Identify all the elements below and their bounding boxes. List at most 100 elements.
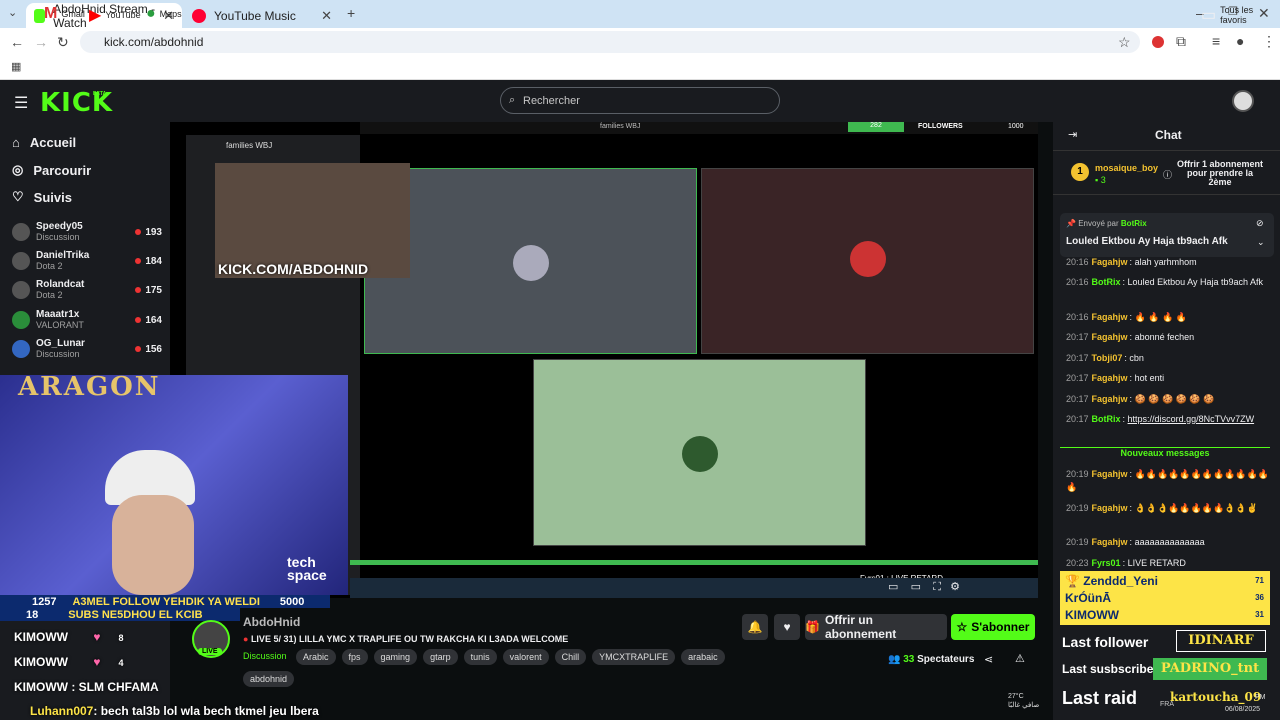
tag[interactable]: abdohnid xyxy=(243,671,295,687)
top-sub-count: 36 xyxy=(1255,593,1264,602)
channel-game: VALORANT xyxy=(36,320,84,330)
new-tab-icon[interactable]: + xyxy=(347,5,355,21)
chat-user[interactable]: Fagahjw xyxy=(1092,394,1128,404)
overlay-text: : bech tal3b lol wla bech tkmel jeu lber… xyxy=(93,704,319,718)
chat-user[interactable]: Tobji07 xyxy=(1092,353,1123,363)
tag[interactable]: fps xyxy=(341,649,368,665)
unpin-icon[interactable]: ⊘ xyxy=(1256,218,1264,229)
tag[interactable]: YMCXTRAPLIFE xyxy=(592,649,676,665)
channel-game: Dota 2 xyxy=(36,290,63,300)
tab-youtube-music[interactable]: YouTube Music ✕ xyxy=(184,3,340,28)
chat-user[interactable]: Fagahjw xyxy=(1092,312,1128,322)
chat-user[interactable]: Fagahjw xyxy=(1092,257,1128,267)
tag[interactable]: arabaic xyxy=(681,649,725,665)
stream-category[interactable]: Discussion xyxy=(243,651,287,661)
profile-icon[interactable]: ● xyxy=(1236,33,1244,49)
nav-parcourir[interactable]: ◎ Parcourir xyxy=(12,162,91,178)
fullscreen-icon[interactable]: ⛶ xyxy=(933,581,941,593)
all-bookmarks[interactable]: ▭ Tous les favoris xyxy=(1201,5,1280,25)
chat-text: hot enti xyxy=(1134,373,1165,383)
forward-icon[interactable]: → xyxy=(34,34,48,50)
tab-title: YouTube Music xyxy=(214,8,296,23)
channel-item[interactable]: OG_Lunar Discussion 156 xyxy=(12,335,162,363)
search-input[interactable]: ⌕ Rechercher xyxy=(500,87,780,114)
extension-icon[interactable] xyxy=(1152,36,1164,48)
extensions-icon[interactable]: ⧉ xyxy=(1176,33,1186,50)
chat-user[interactable]: Fagahjw xyxy=(1092,537,1128,547)
info-icon[interactable]: ⓘ xyxy=(1163,168,1172,181)
channel-item[interactable]: Speedy05 Discussion 193 xyxy=(12,218,162,246)
home-icon: ⌂ xyxy=(12,135,20,150)
pip-icon[interactable]: ▭ xyxy=(888,581,898,593)
share-icon[interactable]: ⋖ xyxy=(984,653,993,666)
notification-bell-button[interactable]: 🔔 xyxy=(742,614,768,640)
tab-menu-icon[interactable]: ⌄ xyxy=(8,6,17,19)
chat-user[interactable]: BotRix xyxy=(1092,414,1121,424)
star-icon: ☆ xyxy=(956,620,968,634)
chat-user[interactable]: Fyrs01 xyxy=(1092,558,1121,568)
settings-gear-icon[interactable]: ⚙ xyxy=(950,581,960,593)
follow-heart-button[interactable]: ♥ xyxy=(774,614,800,640)
gift-offer-text[interactable]: Offrir 1 abonnement pour prendre la 2ème xyxy=(1176,160,1264,187)
new-messages-divider: Nouveaux messages xyxy=(1060,447,1270,458)
chat-text: alah yarhmhom xyxy=(1134,257,1197,267)
viewer-stats: 👥 33 Spectateurs xyxy=(888,654,974,665)
nav-accueil[interactable]: ⌂ Accueil xyxy=(12,135,76,150)
tag[interactable]: Chill xyxy=(554,649,587,665)
bookmark-gmail[interactable]: M Gmail xyxy=(44,5,85,23)
stream-title: ● LIVE 5/ 31) LILLA YMC X TRAPLIFE OU TW… xyxy=(243,634,568,644)
back-icon[interactable]: ← xyxy=(10,34,24,50)
subscribe-button[interactable]: ☆ S'abonner xyxy=(951,614,1035,640)
apps-grid-icon[interactable]: ▦ xyxy=(11,60,21,73)
bookmark-maps[interactable]: ● Maps xyxy=(146,5,182,23)
top-sub-name: Zenddd_Yeni xyxy=(1083,574,1158,588)
gifter-rank-badge: 1 xyxy=(1071,163,1089,181)
chevron-down-icon[interactable]: ⌄ xyxy=(1257,237,1265,248)
chat-message: 20:17 Tobji07: cbn xyxy=(1066,353,1144,363)
last-follower-value: IDINARF xyxy=(1176,630,1266,652)
chat-text: 👌👌👌🔥🔥🔥🔥🔥👌👌✌️ xyxy=(1134,503,1258,513)
ticker-subs: 18 SUBS NE5DHOU EL KCIB xyxy=(0,608,240,621)
user-avatar[interactable] xyxy=(1232,90,1254,112)
tag[interactable]: Arabic xyxy=(296,649,336,665)
theater-icon[interactable]: ▭ xyxy=(911,581,921,593)
more-icon[interactable]: ⋮ xyxy=(1262,33,1276,50)
chat-user[interactable]: Fagahjw xyxy=(1092,469,1128,479)
chat-text: Louled Ektbou Ay Haja tb9ach Afk xyxy=(1127,277,1263,287)
gifter-name[interactable]: mosaique_boy xyxy=(1095,163,1158,173)
report-icon[interactable]: ⚠ xyxy=(1015,652,1025,665)
tag[interactable]: tunis xyxy=(463,649,497,665)
media-icon[interactable]: ≡ xyxy=(1212,33,1220,49)
gifter-count: ▪ 3 xyxy=(1095,175,1106,185)
chat-link[interactable]: https://discord.gg/8NcTVvv7ZW xyxy=(1128,414,1255,424)
nav-suivis[interactable]: ♡ Suivis xyxy=(12,189,72,205)
gifter-count-value: 3 xyxy=(1100,175,1106,185)
viewer-count: 33 xyxy=(903,654,915,665)
stream-separator xyxy=(350,560,1038,565)
channel-item[interactable]: Rolandcat Dota 2 175 xyxy=(12,276,162,304)
tag[interactable]: valorent xyxy=(502,649,549,665)
chat-user[interactable]: BotRix xyxy=(1092,277,1121,287)
pinned-message[interactable]: 📌 Envoyé par BotRix Louled Ektbou Ay Haj… xyxy=(1060,213,1274,257)
close-icon[interactable]: ✕ xyxy=(321,8,332,24)
collapse-chat-icon[interactable]: ⇥ xyxy=(1068,128,1077,141)
channel-item[interactable]: Maaatr1x VALORANT 164 xyxy=(12,306,162,334)
bookmark-youtube[interactable]: ▶ YouTube xyxy=(89,5,141,25)
tag[interactable]: gtarp xyxy=(423,649,458,665)
maps-pin-icon: ● xyxy=(146,5,156,22)
channel-name: DanielTrika xyxy=(36,250,90,261)
chat-text: 🔥 🔥 🔥 🔥 xyxy=(1134,312,1187,322)
menu-icon[interactable]: ☰ xyxy=(14,93,28,113)
chat-user[interactable]: Fagahjw xyxy=(1092,332,1128,342)
reload-icon[interactable]: ↻ xyxy=(57,34,69,51)
bookmark-star-icon[interactable]: ☆ xyxy=(1118,34,1131,51)
url-input[interactable]: kick.com/abdohnid xyxy=(80,31,1140,53)
chat-user[interactable]: Fagahjw xyxy=(1092,503,1128,513)
channel-item[interactable]: DanielTrika Dota 2 184 xyxy=(12,247,162,275)
viewer-count: 184 xyxy=(135,256,162,267)
gift-sub-button[interactable]: 🎁 Offrir un abonnement xyxy=(805,613,947,641)
tag[interactable]: gaming xyxy=(373,649,418,665)
taskbar-lang: FRA xyxy=(1160,701,1174,708)
streamer-name[interactable]: AbdoHnid xyxy=(243,615,300,629)
chat-user[interactable]: Fagahjw xyxy=(1092,373,1128,383)
